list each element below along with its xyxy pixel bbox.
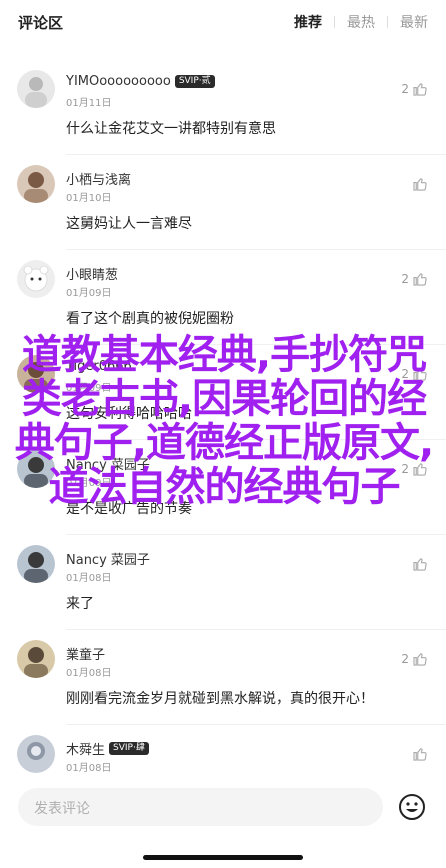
tab-recommended[interactable]: 推荐	[294, 12, 322, 32]
like-count: 2	[401, 272, 409, 286]
user-name[interactable]: 小栖与浅离	[66, 169, 131, 188]
like-count: 2	[401, 652, 409, 666]
tab-hottest[interactable]: 最热	[347, 12, 375, 32]
comment-date: 01月08日	[66, 573, 112, 584]
tab-divider	[334, 16, 335, 28]
vip-badge: SVIP·肆	[109, 742, 149, 755]
comment-date: 01月11日	[66, 98, 112, 109]
like-button[interactable]: 2	[401, 650, 429, 668]
sort-tabs: 推荐 最热 最新	[294, 12, 428, 32]
thumbs-up-icon	[413, 653, 427, 666]
name-row: 小栖与浅离	[66, 169, 131, 188]
like-button[interactable]	[409, 555, 429, 573]
name-row: 業童子	[66, 644, 105, 663]
comment-input[interactable]: 发表评论	[18, 788, 383, 826]
avatar[interactable]	[17, 165, 55, 203]
like-button[interactable]: 2	[401, 270, 429, 288]
name-row: 木舜生 SVIP·肆	[66, 739, 149, 758]
thumbs-up-icon	[413, 178, 427, 191]
comment-header: 评论区 推荐 最热 最新	[0, 0, 446, 44]
avatar[interactable]	[17, 735, 55, 773]
name-row: Nancy 菜园子	[66, 549, 150, 568]
user-name[interactable]: 小眼睛葱	[66, 264, 118, 283]
comment-input-placeholder: 发表评论	[34, 801, 90, 817]
comment-text: 刚刚看完流金岁月就碰到黑水解说，真的很开心！	[66, 691, 374, 707]
like-count: 2	[401, 82, 409, 96]
avatar[interactable]	[17, 640, 55, 678]
user-name[interactable]: YIMOooooooooo	[66, 74, 171, 89]
page-title: 评论区	[18, 14, 64, 32]
comment-text: 这舅妈让人一言难尽	[66, 216, 192, 232]
user-name[interactable]: Nancy 菜园子	[66, 549, 150, 568]
tab-divider	[387, 16, 388, 28]
comment-item: 小眼睛葱 01月09日 看了这个剧真的被倪妮圈粉 2	[0, 250, 446, 345]
emoji-icon[interactable]	[398, 793, 426, 821]
user-name[interactable]: 木舜生	[66, 739, 105, 758]
user-name[interactable]: 業童子	[66, 644, 105, 663]
comment-date: 01月09日	[66, 288, 112, 299]
name-row: YIMOooooooooo SVIP·贰	[66, 74, 215, 89]
like-button[interactable]	[409, 175, 429, 193]
comment-date: 01月08日	[66, 763, 112, 774]
thumbs-up-icon	[413, 558, 427, 571]
comment-input-bar: 发表评论	[0, 780, 446, 868]
vip-badge: SVIP·贰	[174, 75, 215, 88]
tab-newest[interactable]: 最新	[400, 12, 428, 32]
thumbs-up-icon	[413, 83, 427, 96]
avatar[interactable]	[17, 545, 55, 583]
home-indicator	[143, 855, 303, 860]
overlay-title: 道教基本经典,手抄符咒类老古书,因果轮回的经典句子,道德经正版原文,道法自然的经…	[14, 332, 434, 510]
comment-item: YIMOooooooooo SVIP·贰 01月11日 什么让金花艾文一讲都特别…	[0, 60, 446, 155]
like-button[interactable]: 2	[401, 80, 429, 98]
comment-text: 什么让金花艾文一讲都特别有意思	[66, 121, 276, 137]
avatar[interactable]	[17, 70, 55, 108]
comment-date: 01月10日	[66, 193, 112, 204]
name-row: 小眼睛葱	[66, 264, 118, 283]
comment-text: 来了	[66, 596, 94, 612]
comment-item: 小栖与浅离 01月10日 这舅妈让人一言难尽	[0, 155, 446, 250]
comment-item: Nancy 菜园子 01月08日 来了	[0, 535, 446, 630]
comment-text: 看了这个剧真的被倪妮圈粉	[66, 311, 234, 327]
avatar[interactable]	[17, 260, 55, 298]
thumbs-up-icon	[413, 273, 427, 286]
like-button[interactable]	[409, 745, 429, 763]
comment-item: 業童子 01月08日 刚刚看完流金岁月就碰到黑水解说，真的很开心！ 2	[0, 630, 446, 725]
thumbs-up-icon	[413, 748, 427, 761]
comment-date: 01月08日	[66, 668, 112, 679]
